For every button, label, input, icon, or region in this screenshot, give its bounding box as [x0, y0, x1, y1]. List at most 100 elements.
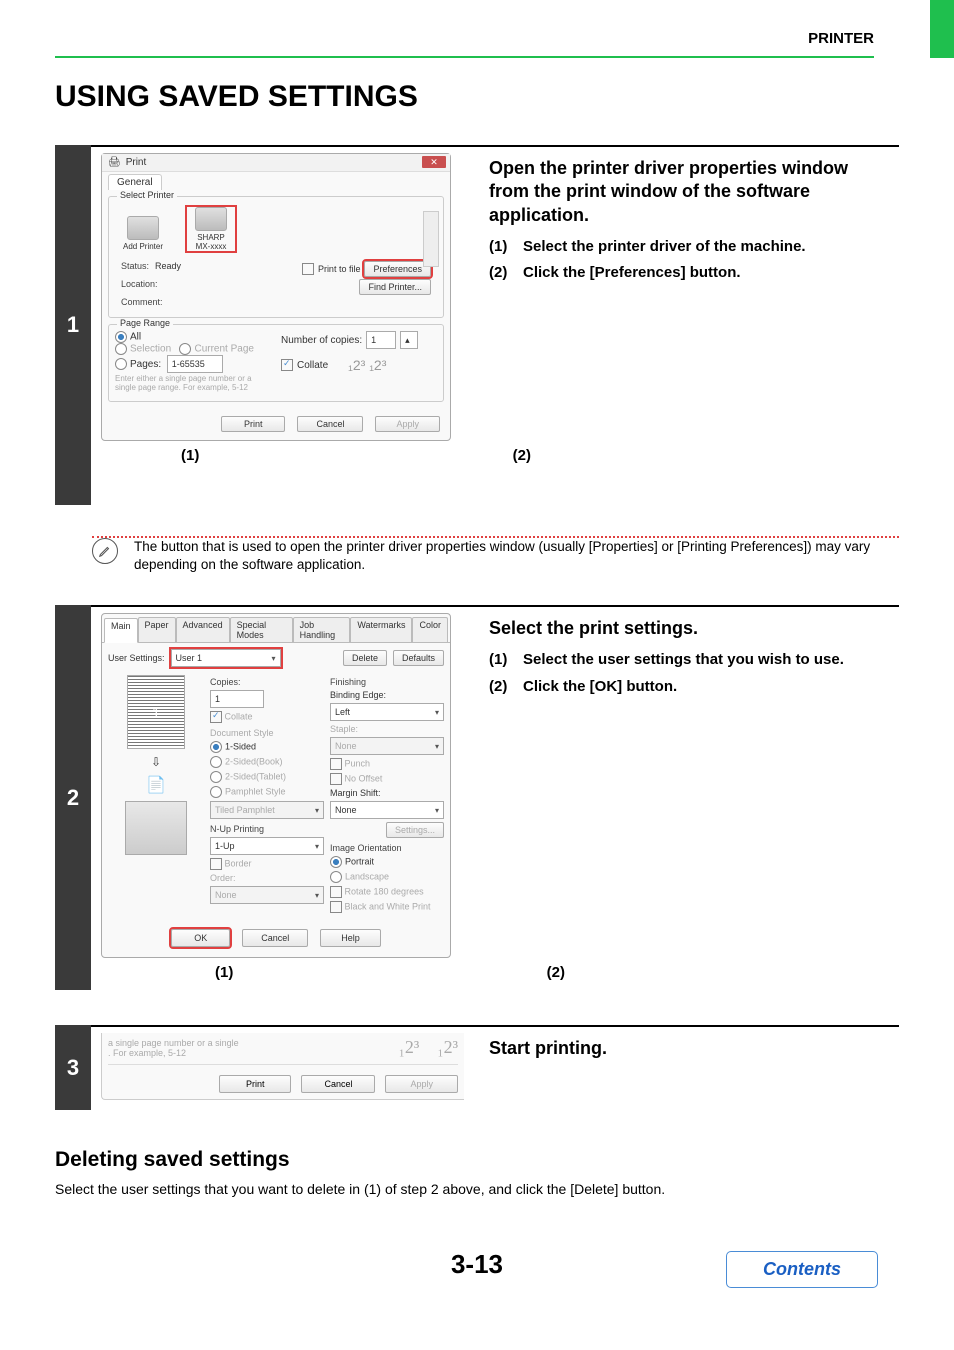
tab-watermarks[interactable]: Watermarks: [350, 617, 412, 642]
tab-special-modes[interactable]: Special Modes: [230, 617, 293, 642]
cancel-button2[interactable]: Cancel: [242, 929, 308, 947]
settings-button[interactable]: Settings...: [386, 822, 444, 838]
print-dialog-titlebar: 🖨 Print ✕: [102, 154, 450, 172]
defaults-button[interactable]: Defaults: [393, 650, 444, 666]
binding-edge-label: Binding Edge:: [330, 690, 444, 700]
tab-job-handling[interactable]: Job Handling: [293, 617, 351, 642]
deleting-heading: Deleting saved settings: [55, 1148, 290, 1172]
add-printer-label: Add Printer: [123, 242, 163, 251]
radio-1sided[interactable]: [210, 741, 222, 753]
radio-landscape[interactable]: [330, 871, 342, 883]
chevron-down-icon: ▾: [272, 654, 276, 663]
print-to-file-checkbox[interactable]: [302, 263, 314, 275]
no-offset-checkbox[interactable]: [330, 773, 342, 785]
find-printer-button[interactable]: Find Printer...: [359, 279, 431, 295]
print-snippet: a single page number or a single . For e…: [101, 1033, 464, 1100]
copies-spinner[interactable]: ▴: [400, 331, 418, 349]
margin-shift-label: Margin Shift:: [330, 788, 444, 798]
printer-list-scrollbar[interactable]: [423, 211, 439, 267]
radio-2sided-book-label: 2-Sided(Book): [225, 756, 283, 766]
tab-main[interactable]: Main: [104, 618, 138, 643]
status-label: Status:: [121, 261, 149, 277]
radio-1sided-label: 1-Sided: [225, 741, 256, 751]
snippet-hint: a single page number or a single . For e…: [108, 1038, 239, 1058]
step-3-row: 3 a single page number or a single . For…: [55, 1025, 899, 1110]
staple-label: Staple:: [330, 724, 444, 734]
collation-illustration: ₁2³ ₁2³: [348, 357, 386, 373]
collate-label2: Collate: [225, 711, 253, 721]
print-dialog: 🖨 Print ✕ General Select Printer Add Pri…: [101, 153, 451, 441]
step1-title: Open the printer driver properties windo…: [489, 157, 889, 227]
add-printer-item[interactable]: Add Printer: [119, 207, 167, 251]
finishing-label: Finishing: [330, 677, 444, 687]
tab-general[interactable]: General: [108, 174, 162, 190]
step-1-number: 1: [55, 145, 91, 505]
header-underline: [55, 56, 874, 58]
tab-color[interactable]: Color: [412, 617, 448, 642]
punch-checkbox[interactable]: [330, 758, 342, 770]
no-offset-label: No Offset: [345, 773, 383, 783]
step2-title: Select the print settings.: [489, 617, 889, 640]
radio-all[interactable]: [115, 331, 127, 343]
location-label: Location:: [121, 279, 158, 295]
sharp-printer-icon: [195, 207, 227, 231]
radio-pages[interactable]: [115, 358, 127, 370]
radio-portrait[interactable]: [330, 856, 342, 868]
nup-select[interactable]: 1-Up▾: [210, 837, 324, 855]
rotate-checkbox[interactable]: [330, 886, 342, 898]
copies-label: Number of copies:: [281, 335, 362, 346]
step2-sub2-text: Click the [OK] button.: [523, 677, 677, 697]
close-icon[interactable]: ✕: [422, 156, 446, 168]
header-label: PRINTER: [808, 30, 874, 47]
bw-checkbox[interactable]: [330, 901, 342, 913]
ok-button[interactable]: OK: [171, 929, 230, 947]
cancel-button-3[interactable]: Cancel: [301, 1075, 375, 1093]
border-checkbox[interactable]: [210, 858, 222, 870]
radio-selection[interactable]: [115, 343, 127, 355]
step2-sub1-num: (1): [489, 650, 513, 670]
radio-2sided-book[interactable]: [210, 756, 222, 768]
tiled-pamphlet-select: Tiled Pamphlet▾: [210, 801, 324, 819]
collate-checkbox[interactable]: [281, 359, 293, 371]
doc-style-label: Document Style: [210, 728, 324, 738]
copies-input[interactable]: 1: [366, 331, 396, 349]
deleting-text: Select the user settings that you want t…: [55, 1180, 899, 1200]
apply-button-3[interactable]: Apply: [385, 1075, 458, 1093]
radio-current-page[interactable]: [179, 343, 191, 355]
collate-checkbox2[interactable]: [210, 711, 222, 723]
print-button-3[interactable]: Print: [219, 1075, 292, 1093]
radio-pamphlet[interactable]: [210, 786, 222, 798]
top-accent-bar: [930, 0, 954, 58]
radio-pages-label: Pages:: [130, 359, 161, 370]
user-settings-value: User 1: [176, 653, 203, 663]
step3-title: Start printing.: [489, 1037, 889, 1060]
order-select: None▾: [210, 886, 324, 904]
pages-input[interactable]: 1-65535: [167, 355, 223, 373]
user-settings-select[interactable]: User 1 ▾: [171, 649, 281, 667]
tab-paper[interactable]: Paper: [138, 617, 176, 642]
apply-button[interactable]: Apply: [375, 416, 440, 432]
help-button[interactable]: Help: [320, 929, 381, 947]
margin-shift-select[interactable]: None▾: [330, 801, 444, 819]
step1-sub1-text: Select the printer driver of the machine…: [523, 237, 806, 257]
radio-all-label: All: [130, 332, 141, 343]
status-value: Ready: [155, 261, 181, 277]
preview-arrow-icon: ⇩: [151, 755, 161, 769]
tab-advanced[interactable]: Advanced: [176, 617, 230, 642]
delete-button[interactable]: Delete: [343, 650, 387, 666]
radio-landscape-label: Landscape: [345, 871, 389, 881]
step1-sub1-num: (1): [489, 237, 513, 257]
print-button[interactable]: Print: [221, 416, 286, 432]
radio-current-page-label: Current Page: [194, 344, 253, 355]
contents-button[interactable]: Contents: [726, 1251, 878, 1288]
step-2-number: 2: [55, 605, 91, 990]
sharp-printer-item[interactable]: SHARP MX-xxxx: [187, 207, 235, 251]
comment-label: Comment:: [121, 297, 163, 307]
step1-callout-1: (1): [181, 447, 199, 464]
binding-edge-select[interactable]: Left▾: [330, 703, 444, 721]
copies-input2[interactable]: 1: [210, 690, 264, 708]
cancel-button[interactable]: Cancel: [297, 416, 363, 432]
radio-2sided-tablet[interactable]: [210, 771, 222, 783]
img-orientation-label: Image Orientation: [330, 843, 444, 853]
preferences-button[interactable]: Preferences: [364, 261, 431, 277]
